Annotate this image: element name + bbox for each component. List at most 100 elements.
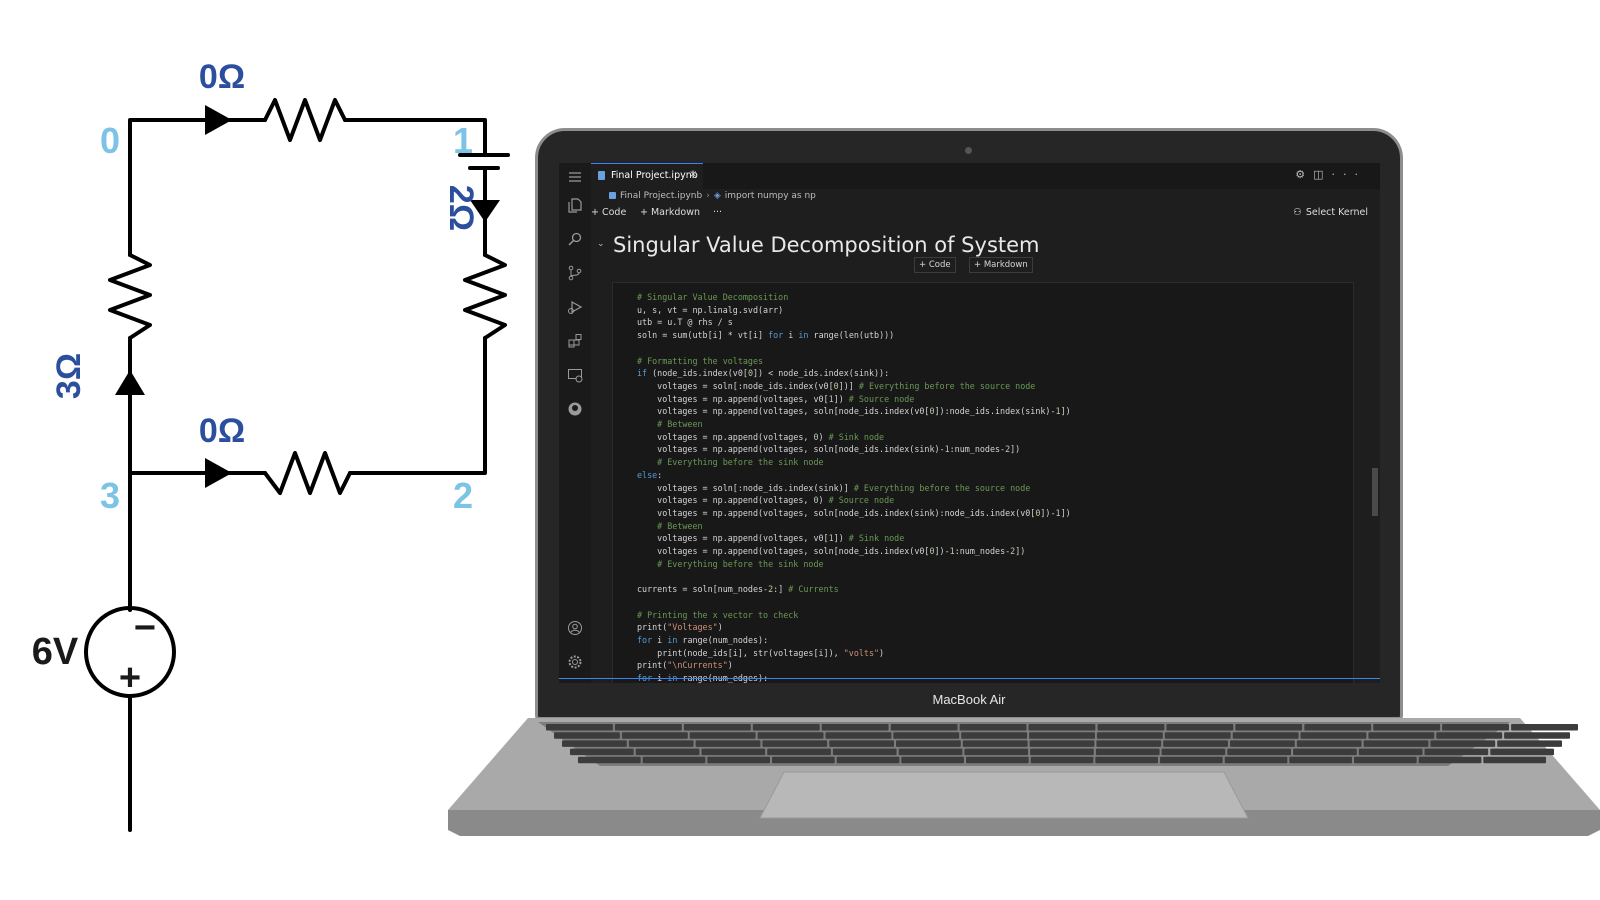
close-icon[interactable]: × xyxy=(689,169,697,180)
run-debug-icon[interactable] xyxy=(567,299,583,315)
key xyxy=(893,732,960,739)
account-icon[interactable] xyxy=(567,620,583,636)
add-markdown-button[interactable]: + Markdown xyxy=(640,207,700,218)
tab-final-project[interactable]: Final Project.ipynb × xyxy=(591,163,703,189)
split-editor-icon[interactable]: ◫ xyxy=(1313,168,1331,181)
breadcrumb-symbol[interactable]: import numpy as np xyxy=(725,191,816,201)
key xyxy=(1224,756,1288,764)
key xyxy=(570,748,634,756)
breadcrumb: Final Project.ipynb › ◈ import numpy as np xyxy=(609,191,816,201)
arrow-top xyxy=(205,105,232,135)
key xyxy=(1511,724,1578,731)
key xyxy=(1497,740,1562,747)
tab-bar: Final Project.ipynb × ⚙◫··· xyxy=(591,163,1380,189)
code-line: voltages = soln[:node_ids.index(sink)] #… xyxy=(637,482,1031,493)
markdown-heading: Singular Value Decomposition of System xyxy=(613,233,1040,257)
code-line: voltages = np.append(voltages, soln[node… xyxy=(637,444,1021,455)
select-kernel-button[interactable]: ⚇ Select Kernel xyxy=(1293,207,1368,218)
github-icon[interactable] xyxy=(567,401,583,417)
key xyxy=(825,732,892,739)
key xyxy=(1442,724,1509,731)
code-line: print("Voltages") xyxy=(637,622,723,633)
key xyxy=(1029,740,1095,747)
code-line: voltages = np.append(voltages, v0[1]) # … xyxy=(637,393,915,404)
key xyxy=(1368,732,1435,739)
key xyxy=(959,724,1027,731)
breadcrumb-file[interactable]: Final Project.ipynb xyxy=(620,191,702,201)
laptop-base xyxy=(448,718,1600,836)
code-line: # Formatting the voltages xyxy=(637,355,764,366)
cube-icon: ◈ xyxy=(713,191,721,201)
code-editor[interactable]: # Singular Value Decomposition u, s, vt =… xyxy=(637,291,1071,683)
key xyxy=(821,724,889,731)
key xyxy=(1358,748,1423,756)
key xyxy=(767,748,831,756)
key xyxy=(962,740,1028,747)
node-label-1: 1 xyxy=(453,120,473,161)
scrollbar-thumb[interactable] xyxy=(1372,468,1378,516)
key xyxy=(1235,724,1303,731)
key xyxy=(701,748,766,756)
key xyxy=(562,740,627,747)
code-line: soln = sum(utb[i] * vt[i] for i in range… xyxy=(637,330,895,341)
vscode-window: Final Project.ipynb × ⚙◫··· Final Projec… xyxy=(559,163,1380,683)
node-label-2: 2 xyxy=(453,475,473,516)
top-wire xyxy=(128,118,267,257)
node-label-3: 3 xyxy=(100,475,120,516)
key xyxy=(1096,732,1163,739)
code-line: # Printing the x vector to check xyxy=(637,609,799,620)
key xyxy=(707,756,770,764)
explorer-icon[interactable] xyxy=(567,197,583,213)
key xyxy=(1030,756,1094,764)
editor-actions: ⚙◫··· xyxy=(1295,168,1366,181)
laptop-brand-label: MacBook Air xyxy=(932,692,1006,707)
key xyxy=(546,724,613,731)
settings-gear-icon[interactable] xyxy=(567,654,583,670)
remote-explorer-icon[interactable] xyxy=(567,367,583,383)
resistor-label-left: 3Ω xyxy=(50,353,88,399)
resistor-left xyxy=(108,253,152,340)
code-line: voltages = np.append(voltages, 0) # Sour… xyxy=(637,495,895,506)
resistor-label-top: 0Ω xyxy=(199,58,245,96)
key xyxy=(689,732,756,739)
key xyxy=(964,748,1029,756)
code-line: voltages = np.append(voltages, soln[node… xyxy=(637,406,1071,417)
code-line: print("\nCurrents") xyxy=(637,660,733,671)
code-line: currents = soln[num_nodes-2:] # Currents xyxy=(637,584,839,595)
menu-icon[interactable] xyxy=(567,169,583,185)
chevron-right-icon: › xyxy=(706,191,710,201)
key xyxy=(1490,748,1554,756)
key xyxy=(1030,748,1094,756)
code-line: # Between xyxy=(657,520,703,531)
code-line: utb = u.T @ rhs / s xyxy=(637,317,733,328)
arrow-bottom xyxy=(205,458,232,488)
key xyxy=(628,740,694,747)
key xyxy=(1227,748,1291,756)
more-actions-button[interactable]: ··· xyxy=(713,207,722,218)
key xyxy=(1436,732,1503,739)
gear-icon[interactable]: ⚙ xyxy=(1295,168,1313,181)
resistor-label-bottom: 0Ω xyxy=(199,412,245,450)
key xyxy=(1164,732,1231,739)
source-control-icon[interactable] xyxy=(567,265,583,281)
key xyxy=(1161,748,1226,756)
key xyxy=(1097,724,1165,731)
search-icon[interactable] xyxy=(567,231,583,247)
keyboard xyxy=(546,724,1578,764)
resistor-top xyxy=(263,98,347,142)
key xyxy=(1029,732,1095,739)
add-code-button[interactable]: + Code xyxy=(591,207,626,218)
key xyxy=(1095,756,1158,764)
more-icon[interactable]: ··· xyxy=(1332,168,1367,181)
resistor-label-right: 2Ω xyxy=(442,185,480,231)
camera-icon xyxy=(965,147,972,154)
notebook-toolbar: + Code + Markdown ··· ⚇ Select Kernel xyxy=(591,207,1380,227)
key xyxy=(1300,732,1367,739)
code-cell[interactable]: # Singular Value Decomposition u, s, vt =… xyxy=(612,282,1354,683)
code-line: voltages = np.append(voltages, v0[1]) # … xyxy=(637,533,905,544)
chevron-down-icon[interactable]: ⌄ xyxy=(597,239,605,249)
insert-markdown-cell-button[interactable]: + Markdown xyxy=(969,257,1033,273)
insert-code-cell-button[interactable]: + Code xyxy=(914,257,956,273)
extensions-icon[interactable] xyxy=(567,333,583,349)
code-line: # Everything before the sink node xyxy=(657,558,824,569)
